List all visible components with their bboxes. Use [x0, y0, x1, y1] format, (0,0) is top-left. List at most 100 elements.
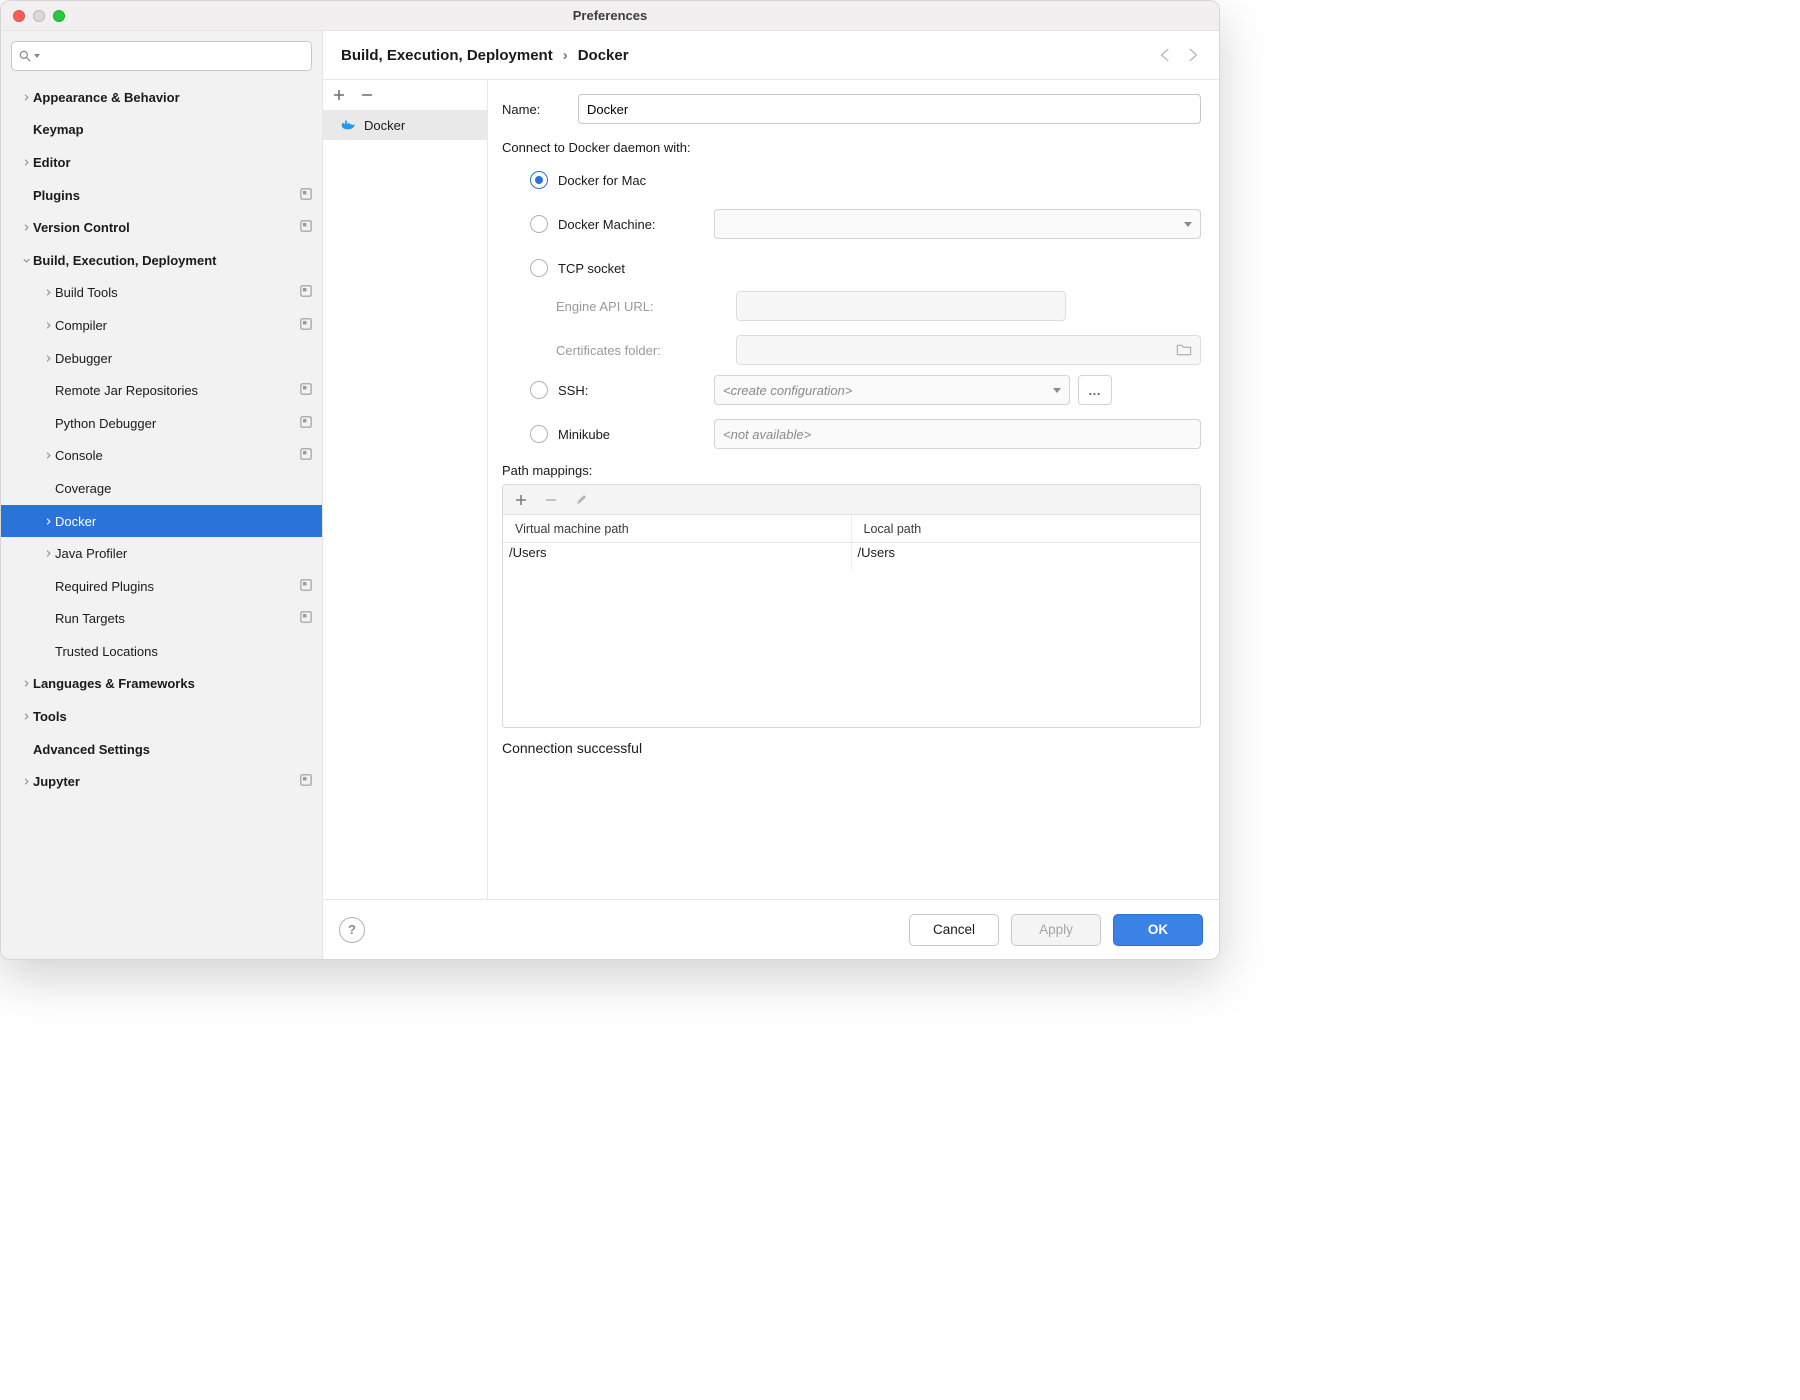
radio-icon: [530, 215, 548, 233]
dialog-footer: ? Cancel Apply OK: [323, 899, 1219, 959]
table-row[interactable]: /Users/Users: [503, 543, 1200, 571]
cell-local-path: /Users: [852, 543, 1201, 571]
sidebar-item-build-execution-deployment[interactable]: Build, Execution, Deployment: [1, 244, 322, 277]
path-mappings-table: Virtual machine path Local path /Users/U…: [502, 484, 1201, 728]
docker-machine-combo[interactable]: [714, 209, 1201, 239]
engine-url-input: [736, 291, 1066, 321]
project-scope-icon: [300, 579, 312, 594]
add-icon[interactable]: [333, 89, 345, 101]
sidebar-item-appearance-behavior[interactable]: Appearance & Behavior: [1, 81, 322, 114]
breadcrumb-parent[interactable]: Build, Execution, Deployment: [341, 47, 553, 64]
search-icon: [18, 49, 32, 63]
sidebar-item-label: Version Control: [33, 220, 300, 235]
docker-icon: [341, 119, 357, 131]
sidebar-item-label: Languages & Frameworks: [33, 676, 312, 691]
sidebar-item-compiler[interactable]: Compiler: [1, 309, 322, 342]
profile-item-docker[interactable]: Docker: [323, 110, 487, 140]
project-scope-icon: [300, 774, 312, 789]
docker-form: Name: Connect to Docker daemon with: Doc…: [488, 80, 1219, 899]
sidebar-item-version-control[interactable]: Version Control: [1, 211, 322, 244]
sidebar-item-remote-jar-repositories[interactable]: Remote Jar Repositories: [1, 374, 322, 407]
breadcrumb-child: Docker: [578, 47, 629, 64]
sidebar-item-label: Plugins: [33, 188, 300, 203]
sidebar-item-languages-frameworks[interactable]: Languages & Frameworks: [1, 668, 322, 701]
radio-docker-for-mac[interactable]: Docker for Mac: [530, 165, 1201, 195]
chevron-right-icon: [41, 322, 55, 329]
add-icon[interactable]: [515, 494, 527, 506]
cell-vm-path: /Users: [503, 543, 852, 571]
ssh-config-combo[interactable]: <create configuration>: [714, 375, 1070, 405]
help-button[interactable]: ?: [339, 917, 365, 943]
sidebar-item-label: Required Plugins: [55, 579, 300, 594]
remove-icon[interactable]: [545, 494, 557, 506]
chevron-right-icon: [41, 289, 55, 296]
project-scope-icon: [300, 285, 312, 300]
sidebar-item-jupyter[interactable]: Jupyter: [1, 765, 322, 798]
sidebar-item-docker[interactable]: Docker: [1, 505, 322, 538]
apply-button[interactable]: Apply: [1011, 914, 1101, 946]
sidebar-item-coverage[interactable]: Coverage: [1, 472, 322, 505]
chevron-right-icon: [19, 94, 33, 101]
sidebar-item-java-profiler[interactable]: Java Profiler: [1, 537, 322, 570]
chevron-right-icon: [19, 224, 33, 231]
sidebar-item-required-plugins[interactable]: Required Plugins: [1, 570, 322, 603]
radio-docker-machine[interactable]: Docker Machine:: [530, 209, 1201, 239]
sidebar-item-label: Python Debugger: [55, 416, 300, 431]
sidebar-item-debugger[interactable]: Debugger: [1, 342, 322, 375]
sidebar-item-python-debugger[interactable]: Python Debugger: [1, 407, 322, 440]
sidebar-item-label: Console: [55, 448, 300, 463]
sidebar-item-plugins[interactable]: Plugins: [1, 179, 322, 212]
name-input[interactable]: [578, 94, 1201, 124]
sidebar-item-label: Appearance & Behavior: [33, 90, 312, 105]
radio-ssh[interactable]: SSH: <create configuration> …: [530, 375, 1201, 405]
window-title: Preferences: [1, 8, 1219, 23]
search-field[interactable]: [44, 49, 305, 64]
col-local-path[interactable]: Local path: [852, 515, 1201, 542]
sidebar-item-advanced-settings[interactable]: Advanced Settings: [1, 733, 322, 766]
project-scope-icon: [300, 220, 312, 235]
chevron-down-icon: [1184, 222, 1192, 227]
sidebar-item-tools[interactable]: Tools: [1, 700, 322, 733]
chevron-right-icon: [41, 452, 55, 459]
sidebar-item-run-targets[interactable]: Run Targets: [1, 603, 322, 636]
titlebar: Preferences: [1, 1, 1219, 31]
search-input[interactable]: [11, 41, 312, 71]
radio-minikube[interactable]: Minikube <not available>: [530, 419, 1201, 449]
sidebar-item-trusted-locations[interactable]: Trusted Locations: [1, 635, 322, 668]
sidebar-item-label: Trusted Locations: [55, 644, 312, 659]
folder-icon: [1176, 343, 1192, 357]
connect-title: Connect to Docker daemon with:: [502, 140, 1201, 155]
profile-item-label: Docker: [364, 118, 405, 133]
engine-url-label: Engine API URL:: [556, 299, 736, 314]
sidebar-item-editor[interactable]: Editor: [1, 146, 322, 179]
chevron-right-icon: [19, 159, 33, 166]
radio-icon: [530, 171, 548, 189]
minikube-combo: <not available>: [714, 419, 1201, 449]
sidebar-item-keymap[interactable]: Keymap: [1, 114, 322, 147]
sidebar-item-label: Jupyter: [33, 774, 300, 789]
settings-tree: Appearance & Behavior KeymapEditor Plugins…: [1, 77, 322, 959]
remove-icon[interactable]: [361, 89, 373, 101]
edit-icon[interactable]: [575, 494, 587, 506]
ssh-config-browse-button[interactable]: …: [1078, 375, 1112, 405]
ok-button[interactable]: OK: [1113, 914, 1203, 946]
radio-tcp-socket[interactable]: TCP socket: [530, 253, 1201, 283]
sidebar-item-label: Run Targets: [55, 611, 300, 626]
sidebar-item-label: Build Tools: [55, 285, 300, 300]
search-history-icon[interactable]: [34, 54, 40, 58]
sidebar-item-build-tools[interactable]: Build Tools: [1, 277, 322, 310]
chevron-right-icon: [41, 550, 55, 557]
name-label: Name:: [502, 102, 566, 117]
profiles-toolbar: [323, 80, 487, 110]
nav-back-icon[interactable]: [1157, 46, 1175, 64]
chevron-right-icon: ›: [563, 47, 568, 64]
cancel-button[interactable]: Cancel: [909, 914, 999, 946]
sidebar-item-label: Tools: [33, 709, 312, 724]
project-scope-icon: [300, 383, 312, 398]
sidebar-item-console[interactable]: Console: [1, 440, 322, 473]
col-vm-path[interactable]: Virtual machine path: [503, 515, 852, 542]
nav-forward-icon[interactable]: [1183, 46, 1201, 64]
sidebar-item-label: Docker: [55, 514, 312, 529]
project-scope-icon: [300, 188, 312, 203]
sidebar-item-label: Coverage: [55, 481, 312, 496]
